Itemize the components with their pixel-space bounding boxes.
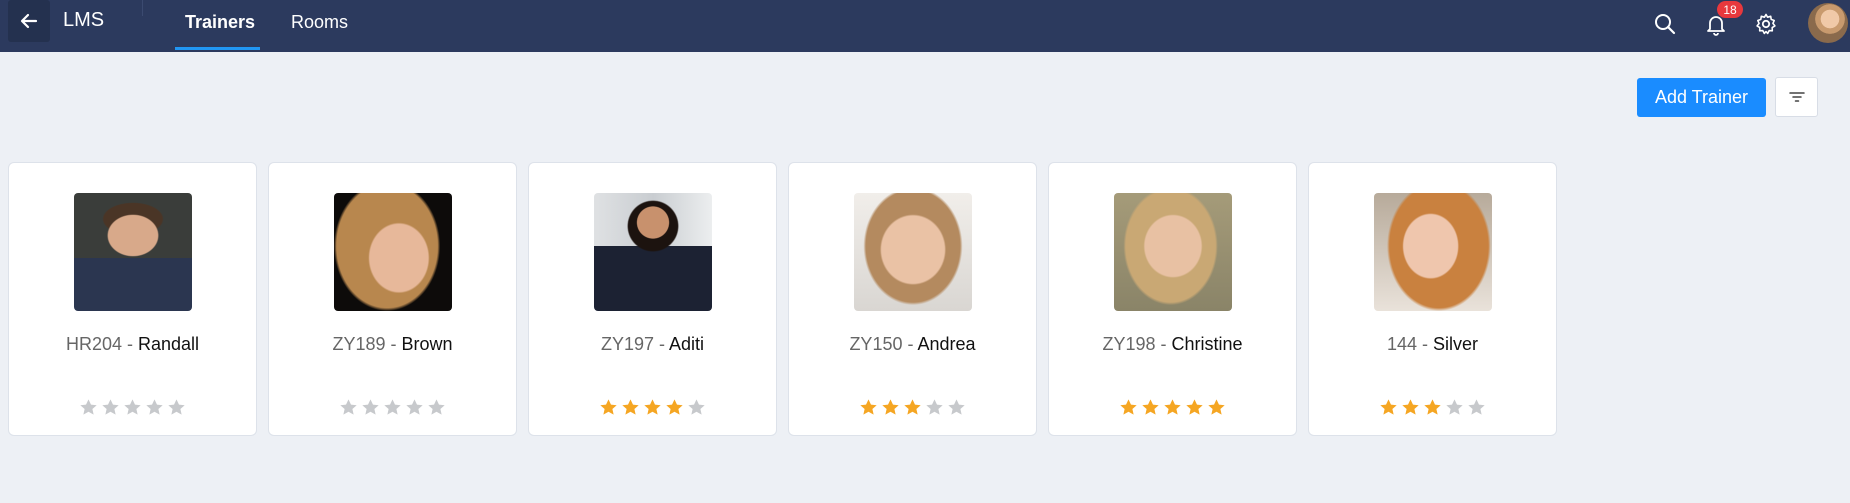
star-rating [789,398,1036,417]
trainer-code: HR204 [65,334,122,354]
trainer-separator: - [385,334,402,354]
star-icon [860,399,877,415]
star-icon [168,399,185,415]
trainer-title: ZY198 - Christine [1049,334,1296,355]
trainer-photo [74,193,192,311]
star-icon [1380,399,1397,415]
trainer-separator: - [1417,334,1434,354]
app-title: LMS [63,9,105,31]
star-icon [1446,399,1463,415]
star-icon [1142,399,1159,415]
trainer-card[interactable]: ZY189 - Brown [268,162,517,436]
trainer-photo [854,193,972,311]
star-rating [1309,398,1556,417]
star-icon [948,399,965,415]
trainer-separator: - [121,334,138,354]
star-icon [146,399,163,415]
star-icon [904,399,921,415]
trainer-photo [594,193,712,311]
trainer-title: 144 - Silver [1309,334,1556,355]
trainer-card[interactable]: ZY198 - Christine [1048,162,1297,436]
star-rating [1049,398,1296,417]
star-rating [9,398,256,417]
star-icon [644,399,661,415]
star-icon [362,399,379,415]
star-icon [666,399,683,415]
tab-trainers[interactable]: Trainers [185,12,255,33]
trainer-name: Andrea [917,334,976,354]
trainer-name: Brown [401,334,453,354]
star-icon [600,399,617,415]
filter-icon [1788,92,1805,102]
trainer-code: 144 [1386,334,1418,354]
star-icon [384,399,401,415]
trainer-photo [1374,193,1492,311]
star-icon [1468,399,1485,415]
star-rating [529,398,776,417]
trainer-separator: - [654,334,670,354]
star-icon [622,399,639,415]
active-tab-indicator [175,47,260,50]
trainer-card[interactable]: ZY197 - Aditi [528,162,777,436]
trainer-photo [334,193,452,311]
star-icon [1120,399,1137,415]
trainer-title: ZY189 - Brown [269,334,516,355]
back-arrow-icon [20,13,38,29]
trainer-card[interactable]: 144 - Silver [1308,162,1557,436]
star-icon [428,399,445,415]
star-icon [1186,399,1203,415]
trainer-name: Aditi [669,334,705,354]
trainer-code: ZY198 [1102,334,1156,354]
trainer-card[interactable]: ZY150 - Andrea [788,162,1037,436]
star-icon [340,399,357,415]
top-navigation-bar: LMS Trainers Rooms 18 [0,0,1850,52]
star-icon [124,399,141,415]
trainer-name: Silver [1433,334,1479,354]
trainer-separator: - [902,334,918,354]
star-icon [80,399,97,415]
search-button[interactable] [1651,10,1679,38]
trainer-title: HR204 - Randall [9,334,256,355]
star-icon [1164,399,1181,415]
star-icon [1208,399,1225,415]
trainer-name: Randall [137,334,200,354]
user-avatar[interactable] [1808,3,1848,43]
back-button[interactable] [8,0,50,42]
trainer-card[interactable]: HR204 - Randall [8,162,257,436]
trainer-code: ZY189 [332,334,386,354]
gear-icon [1756,13,1776,35]
star-icon [406,399,423,415]
tab-rooms[interactable]: Rooms [291,12,348,33]
star-icon [688,399,705,415]
star-icon [1424,399,1441,415]
trainer-photo [1114,193,1232,311]
trainer-code: ZY150 [849,334,903,354]
filter-button[interactable] [1775,77,1818,117]
trainer-title: ZY197 - Aditi [529,334,776,355]
star-icon [1402,399,1419,415]
star-icon [882,399,899,415]
trainer-code: ZY197 [600,334,654,354]
trainer-title: ZY150 - Andrea [789,334,1036,355]
settings-button[interactable] [1752,10,1780,38]
star-icon [102,399,119,415]
search-icon [1655,14,1676,35]
notification-badge: 18 [1717,1,1743,18]
star-rating [269,398,516,417]
star-icon [926,399,943,415]
title-divider [142,0,143,16]
trainer-separator: - [1155,334,1172,354]
add-trainer-button[interactable]: Add Trainer [1637,78,1766,117]
trainer-name: Christine [1171,334,1243,354]
